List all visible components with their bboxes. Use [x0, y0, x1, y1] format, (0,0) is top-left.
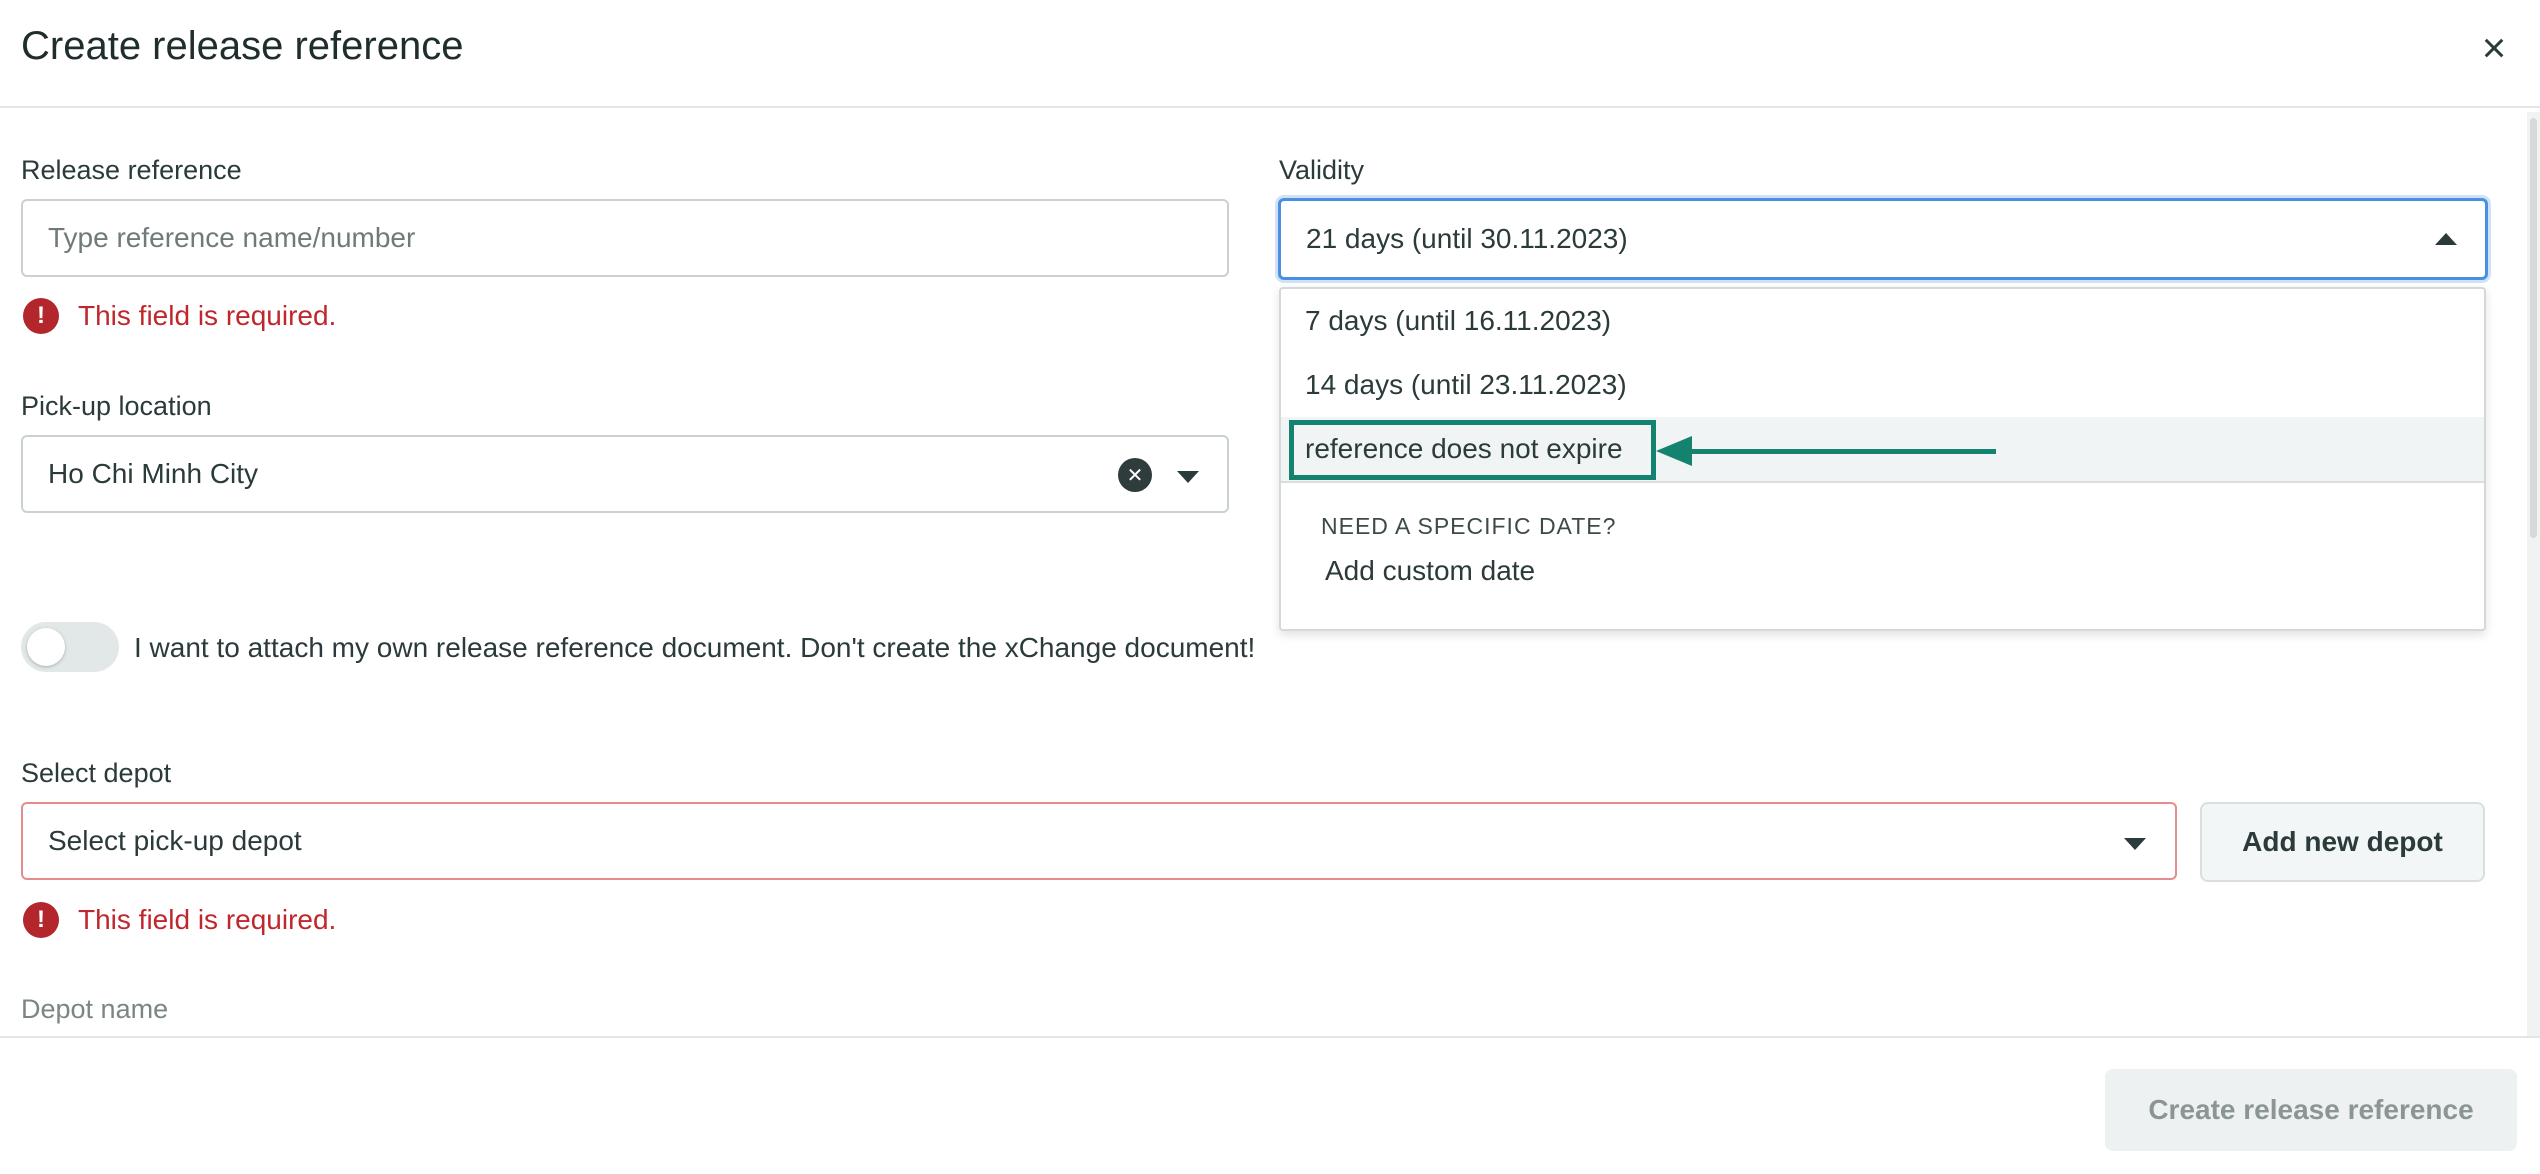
depot-error-text: This field is required.: [78, 904, 337, 935]
add-custom-date-option[interactable]: Add custom date: [1325, 555, 1535, 587]
dialog-title: Create release reference: [21, 24, 464, 68]
pickup-location-label: Pick-up location: [21, 391, 212, 421]
validity-option-14-days[interactable]: 14 days (until 23.11.2023): [1281, 353, 2484, 417]
release-reference-label: Release reference: [21, 155, 242, 185]
annotation-arrow-line: [1688, 449, 1996, 454]
depot-name-label: Depot name: [21, 994, 169, 1024]
pickup-location-select[interactable]: Ho Chi Minh City: [21, 435, 1229, 513]
release-reference-error: ! This field is required.: [23, 298, 336, 334]
dialog-header: Create release reference ×: [0, 0, 2540, 108]
custom-date-section-heading: NEED A SPECIFIC DATE?: [1321, 513, 1617, 539]
release-reference-error-text: This field is required.: [78, 300, 337, 331]
depot-placeholder: Select pick-up depot: [48, 825, 302, 856]
annotation-arrow-icon: [1656, 436, 1692, 466]
close-icon[interactable]: ×: [2474, 27, 2514, 69]
validity-label: Validity: [1279, 155, 1365, 185]
chevron-up-icon[interactable]: [2435, 233, 2457, 245]
add-new-depot-button[interactable]: Add new depot: [2200, 802, 2485, 882]
attach-document-toggle[interactable]: [21, 622, 119, 672]
release-reference-placeholder: Type reference name/number: [48, 222, 416, 253]
validity-selected-value: 21 days (until 30.11.2023): [1306, 223, 1628, 254]
validity-select[interactable]: 21 days (until 30.11.2023): [1278, 198, 2488, 280]
pickup-location-value: Ho Chi Minh City: [48, 458, 259, 489]
select-depot-label: Select depot: [21, 758, 172, 788]
create-release-reference-button[interactable]: Create release reference: [2105, 1069, 2517, 1151]
chevron-down-icon[interactable]: [2124, 838, 2146, 850]
create-release-reference-dialog: Create release reference × Release refer…: [0, 0, 2540, 1174]
chevron-down-icon[interactable]: [1177, 471, 1199, 483]
scrollbar-thumb[interactable]: [2530, 118, 2537, 538]
validity-dropdown-menu: 7 days (until 16.11.2023) 14 days (until…: [1279, 287, 2486, 631]
release-reference-input[interactable]: Type reference name/number: [21, 199, 1229, 277]
toggle-knob: [27, 628, 65, 666]
dropdown-divider: [1281, 481, 2484, 483]
error-icon: !: [23, 298, 59, 334]
error-icon: !: [23, 902, 59, 938]
depot-select[interactable]: Select pick-up depot: [21, 802, 2177, 880]
validity-option-7-days[interactable]: 7 days (until 16.11.2023): [1281, 289, 2484, 353]
depot-error: ! This field is required.: [23, 902, 336, 938]
attach-document-toggle-label: I want to attach my own release referenc…: [134, 632, 1256, 663]
clear-icon[interactable]: ✕: [1118, 458, 1152, 492]
